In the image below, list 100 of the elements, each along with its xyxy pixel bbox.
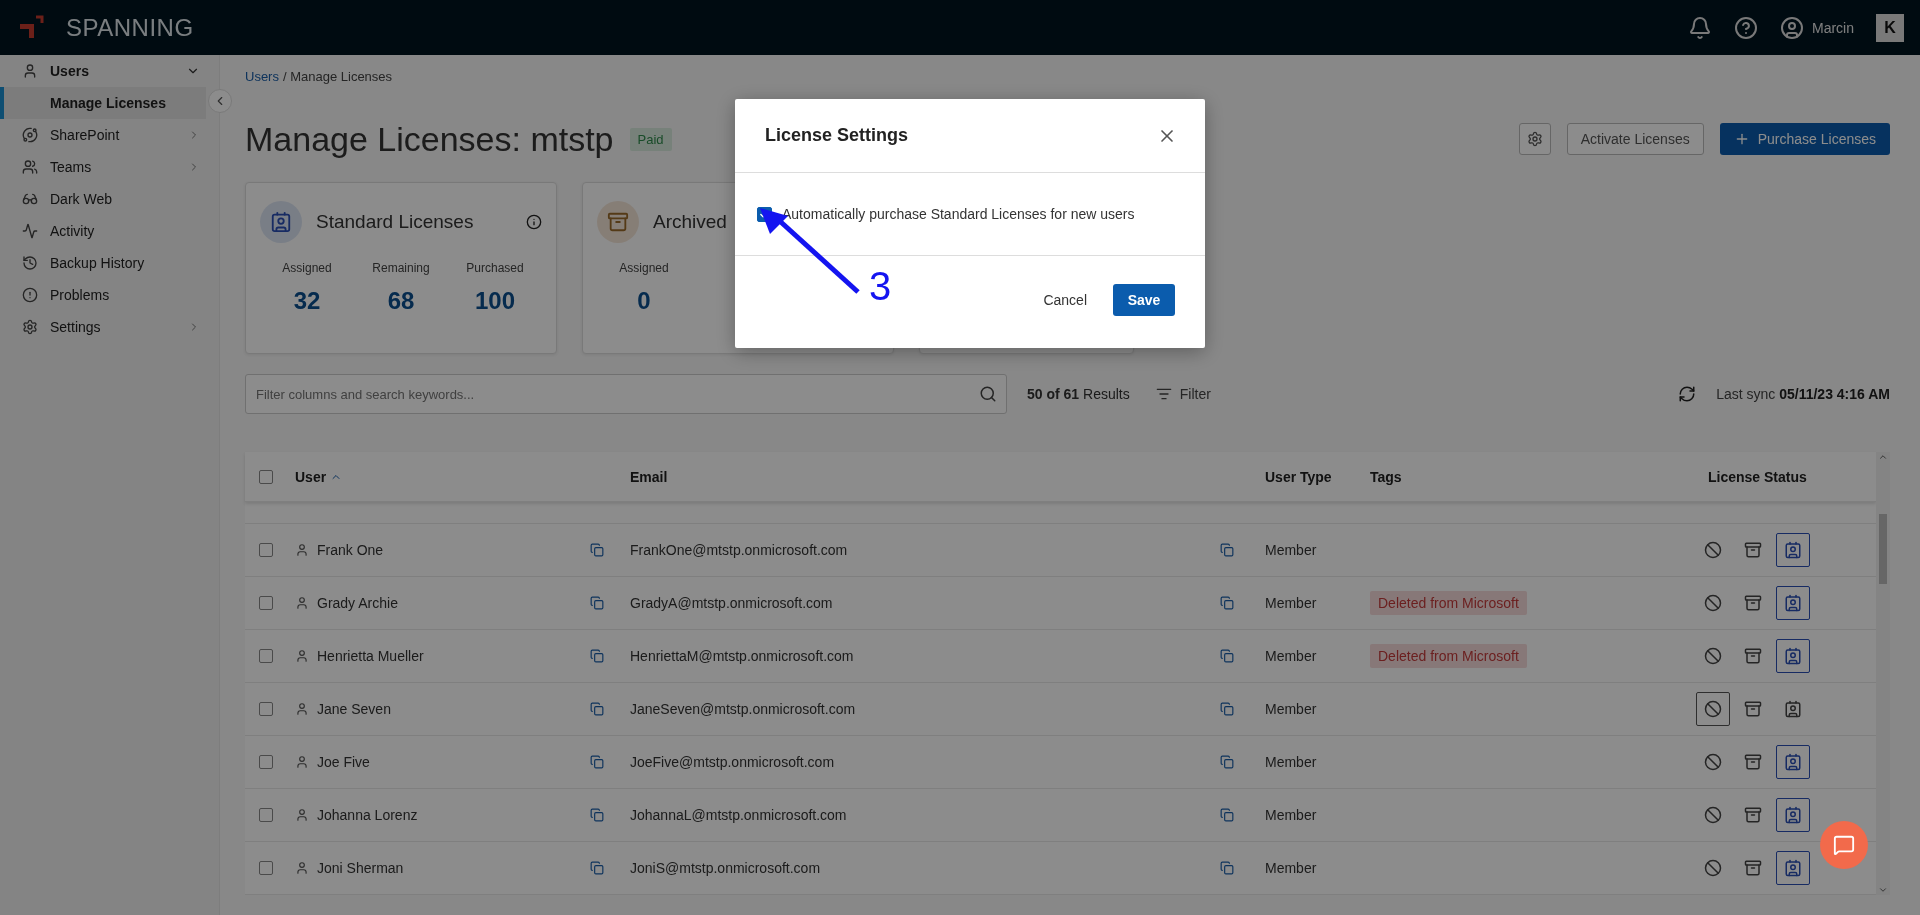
- settings-button[interactable]: [1518, 123, 1551, 155]
- user-name-cell: Henrietta Mueller: [317, 648, 424, 664]
- copy-icon[interactable]: [1220, 861, 1234, 875]
- auto-purchase-label[interactable]: Automatically purchase Standard Licenses for new users: [782, 206, 1135, 222]
- card-title: Standard Licenses: [316, 211, 474, 233]
- column-header: Tags: [1370, 468, 1403, 485]
- sidebar-item[interactable]: Problems: [0, 279, 206, 311]
- select-all-checkbox[interactable]: [259, 469, 273, 484]
- user-type-cell-text: Member: [1265, 701, 1318, 717]
- id-badge-icon: [1784, 594, 1802, 612]
- user-name[interactable]: Marcin: [1812, 19, 1854, 36]
- row-checkbox[interactable]: [259, 543, 273, 557]
- copy-icon[interactable]: [590, 755, 604, 769]
- activate-licenses-button[interactable]: Activate Licenses: [1566, 123, 1704, 155]
- purchase-licenses-button[interactable]: Purchase Licenses: [1719, 123, 1890, 155]
- ban-icon: [1704, 700, 1722, 718]
- scrollbar-thumb[interactable]: [1879, 513, 1887, 584]
- copy-icon[interactable]: [1220, 596, 1234, 610]
- archive-box-icon: [1744, 859, 1762, 877]
- cancel-button[interactable]: Cancel: [1037, 291, 1093, 309]
- copy-icon[interactable]: [590, 861, 604, 875]
- archive-box-icon: [1744, 700, 1762, 718]
- last-sync: Last sync 05/11/23 4:16 AM: [1716, 386, 1890, 402]
- user-type-cell-text: Member: [1265, 807, 1318, 823]
- help-icon[interactable]: [1734, 15, 1758, 40]
- sidebar-item[interactable]: Backup History: [0, 247, 206, 279]
- refresh-icon[interactable]: [1678, 385, 1697, 403]
- breadcrumb-current: / Manage Licenses: [282, 68, 393, 84]
- ban-icon: [1704, 753, 1722, 771]
- row-checkbox[interactable]: [259, 755, 273, 769]
- sidebar-item[interactable]: Dark Web: [0, 183, 206, 215]
- row-checkbox[interactable]: [259, 808, 273, 822]
- user-name-cell: Frank One: [317, 542, 384, 558]
- user-name-cell: Joe Five: [317, 754, 370, 770]
- user-type-cell-text: Member: [1265, 754, 1318, 770]
- user-name-cell: Johanna Lorenz: [317, 807, 418, 823]
- copy-icon[interactable]: [1220, 808, 1234, 822]
- copy-icon[interactable]: [590, 543, 604, 557]
- standard-license-button[interactable]: [1776, 639, 1810, 673]
- scrollbar[interactable]: [1876, 452, 1890, 895]
- user-icon: [295, 596, 309, 610]
- ban-icon: [1704, 806, 1722, 824]
- standard-license-button[interactable]: [1776, 851, 1810, 885]
- archive-box-icon: [1744, 753, 1762, 771]
- stat-value: 32: [293, 287, 321, 315]
- save-button[interactable]: Save: [1113, 284, 1175, 316]
- copy-icon[interactable]: [1220, 755, 1234, 769]
- column-header: Email: [630, 468, 669, 485]
- standard-license-button[interactable]: [1776, 533, 1810, 567]
- sidebar-item[interactable]: Users: [0, 55, 206, 87]
- row-checkbox[interactable]: [259, 702, 273, 716]
- filter-button[interactable]: Filter: [1149, 385, 1217, 403]
- sidebar-item[interactable]: Teams: [0, 151, 206, 183]
- dialog-title: License Settings: [765, 125, 909, 146]
- sidebar-subitem[interactable]: Manage Licenses: [0, 87, 206, 119]
- user-name-cell: Joni Sherman: [317, 860, 404, 876]
- copy-icon[interactable]: [590, 649, 604, 663]
- search-field[interactable]: Filter columns and search keywords...: [245, 374, 1007, 414]
- copy-icon[interactable]: [1220, 702, 1234, 716]
- scroll-up-icon[interactable]: [1878, 452, 1888, 462]
- email-cell-text: JoniS@mtstp.onmicrosoft.com: [630, 860, 822, 876]
- scroll-down-icon[interactable]: [1878, 885, 1888, 895]
- copy-icon[interactable]: [590, 702, 604, 716]
- avatar-icon[interactable]: [1780, 15, 1804, 40]
- column-header: User Type: [1265, 468, 1333, 485]
- collapse-button[interactable]: [208, 89, 232, 113]
- breadcrumb-link[interactable]: Users: [245, 68, 279, 84]
- email-cell-text: FrankOne@mtstp.onmicrosoft.com: [630, 542, 849, 558]
- results-count: 50 of 61 Results: [1027, 386, 1130, 402]
- standard-license-button[interactable]: [1776, 745, 1810, 779]
- row-checkbox[interactable]: [259, 596, 273, 610]
- sidebar-item[interactable]: SharePoint: [0, 119, 206, 151]
- copy-icon[interactable]: [590, 808, 604, 822]
- archive-box-icon: [597, 201, 639, 243]
- sidebar-item[interactable]: Settings: [0, 311, 206, 343]
- nav-icon: [22, 287, 38, 303]
- copy-icon[interactable]: [590, 596, 604, 610]
- column-header[interactable]: User: [295, 468, 590, 485]
- copy-icon[interactable]: [1220, 543, 1234, 557]
- ban-icon: [1704, 541, 1722, 559]
- row-checkbox[interactable]: [259, 649, 273, 663]
- standard-license-button[interactable]: [1776, 798, 1810, 832]
- standard-license-button[interactable]: [1776, 586, 1810, 620]
- filter-icon: [1155, 386, 1172, 402]
- archive-box-icon: [1744, 806, 1762, 824]
- nav-icon: [22, 319, 38, 335]
- user-name-cell: Jane Seven: [317, 701, 391, 717]
- app-switcher-badge[interactable]: K: [1876, 13, 1904, 42]
- sidebar-item[interactable]: Activity: [0, 215, 206, 247]
- row-checkbox[interactable]: [259, 861, 273, 875]
- search-icon[interactable]: [979, 385, 997, 403]
- id-badge-icon: [1784, 806, 1802, 824]
- plan-badge: Paid: [629, 127, 672, 151]
- unlicensed-button[interactable]: [1696, 692, 1730, 726]
- nav-icon: [22, 191, 38, 207]
- notifications-icon[interactable]: [1688, 15, 1712, 40]
- info-icon[interactable]: [526, 214, 542, 230]
- user-icon: [295, 861, 309, 875]
- copy-icon[interactable]: [1220, 649, 1234, 663]
- id-badge-icon: [1784, 541, 1802, 559]
